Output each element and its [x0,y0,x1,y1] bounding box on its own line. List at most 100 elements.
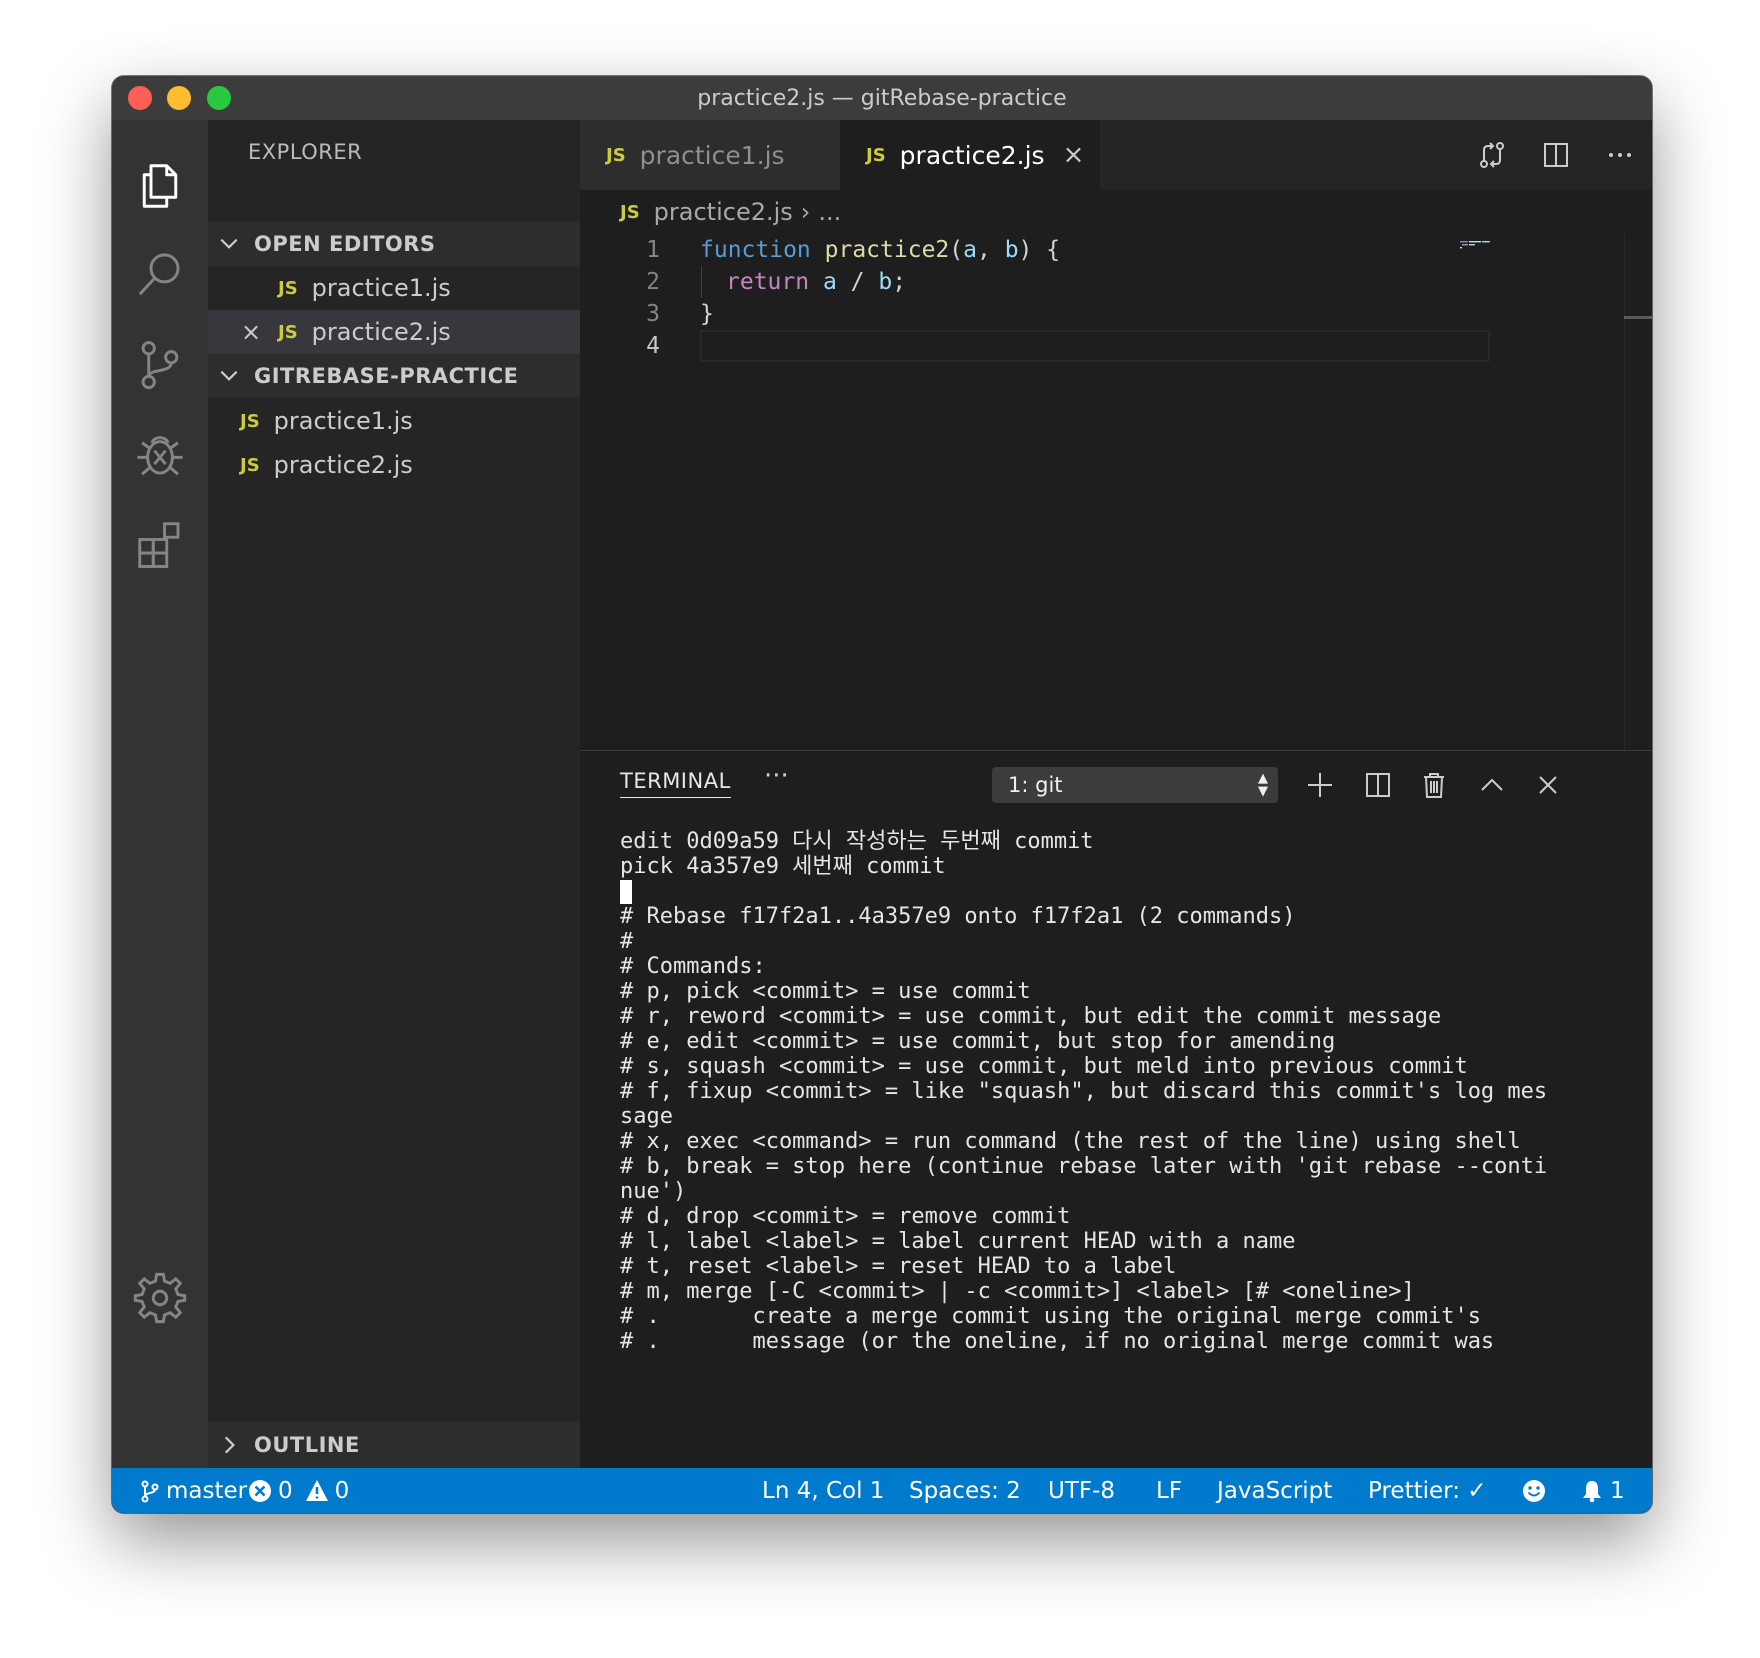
close-editor-icon[interactable]: × [240,318,262,346]
editor-scrollbar[interactable] [1624,234,1625,750]
javascript-file-icon: JS [866,144,886,166]
javascript-file-icon: JS [240,454,260,476]
terminal-line: # p, pick <commit> = use commit [620,979,1031,1004]
breadcrumb: JS practice2.js › ... [580,190,1652,234]
code-token: } [700,301,714,327]
terminal-line: pick 4a357e9 세번째 commit [620,854,946,879]
code-line[interactable]: 1 function practice2(a, b) { [580,234,1480,266]
minimize-window-button[interactable] [167,86,191,110]
editor-tabs: JS practice1.js JS practice2.js × [580,120,1652,190]
project-label: GITREBASE-PRACTICE [254,364,519,388]
terminal-line: # l, label <label> = label current HEAD … [620,1229,1296,1254]
extensions-icon[interactable] [130,514,190,574]
close-panel-icon[interactable] [1528,765,1568,805]
zoom-window-button[interactable] [207,86,231,110]
line-number: 3 [646,301,660,327]
javascript-file-icon: JS [606,144,626,166]
cursor-position[interactable]: Ln 4, Col 1 [762,1468,884,1513]
vscode-window: practice2.js — gitRebase-practice EXPLOR… [112,76,1652,1513]
new-terminal-icon[interactable] [1300,765,1340,805]
notification-count: 1 [1610,1477,1625,1504]
outline-section-header[interactable]: OUTLINE [208,1422,580,1468]
code-token: / [836,269,879,295]
indentation-status[interactable]: Spaces: 2 [909,1468,1021,1513]
javascript-file-icon: JS [620,201,640,223]
outline-label: OUTLINE [254,1433,360,1457]
prettier-status[interactable]: Prettier: ✓ [1368,1468,1487,1513]
tab-practice1[interactable]: JS practice1.js [580,120,840,190]
branch-status[interactable]: master [138,1468,247,1513]
code-line[interactable]: 4 [580,330,1480,362]
open-editor-item[interactable]: JS practice1.js [208,266,580,310]
terminal-line: # Commands: [620,954,766,979]
terminal-line: # . create a merge commit using the orig… [620,1304,1481,1329]
terminal-line: # s, squash <commit> = use commit, but m… [620,1054,1468,1079]
open-editor-item-label: practice1.js [311,274,451,302]
open-editor-item[interactable]: × JS practice2.js [208,310,580,354]
terminal-select[interactable]: 1: git ▲ ▼ [992,767,1278,803]
code-token: b [1004,237,1019,263]
error-icon [249,1479,271,1502]
code-line[interactable]: 3} [580,298,1480,330]
window-title: practice2.js — gitRebase-practice [697,85,1067,111]
code-token: practice2 [824,237,950,263]
explorer-sidebar: EXPLORER OPEN EDITORS JS practice1.js × … [208,120,580,1468]
terminal-line: # m, merge [-C <commit> | -c <commit>] <… [620,1279,1415,1304]
tab-terminal[interactable]: TERMINAL [620,769,731,798]
breadcrumb-more[interactable]: ... [818,198,841,226]
search-icon[interactable] [130,244,190,304]
source-control-icon[interactable] [130,334,190,394]
activity-bar [112,120,208,1468]
split-editor-icon[interactable] [1524,120,1588,190]
file-tree-item[interactable]: JS practice1.js [208,399,580,443]
close-tab-icon[interactable]: × [1063,140,1085,170]
maximize-panel-icon[interactable] [1472,765,1512,805]
terminal-line: edit 0d09a59 다시 작성하는 두번째 commit [620,829,1094,854]
trash-icon[interactable] [1414,765,1454,805]
javascript-file-icon: JS [278,321,298,343]
language-mode[interactable]: JavaScript [1217,1468,1332,1513]
panel-more-icon[interactable]: ··· [764,761,789,791]
warning-icon [305,1479,328,1501]
notifications-status[interactable]: 1 [1580,1468,1625,1513]
open-changes-icon[interactable] [1460,120,1524,190]
problems-status[interactable]: 0 0 [248,1468,349,1513]
title-bar: practice2.js — gitRebase-practice [112,76,1652,120]
project-section-header[interactable]: GITREBASE-PRACTICE [208,354,580,398]
close-window-button[interactable] [128,86,152,110]
terminal-line: # e, edit <commit> = use commit, but sto… [620,1029,1336,1054]
terminal-cursor [620,880,632,904]
code-editor[interactable]: 1 function practice2(a, b) { 2 return a / … [580,234,1652,750]
code-token: ( [949,237,964,263]
tab-practice2[interactable]: JS practice2.js × [840,120,1100,190]
breadcrumb-file[interactable]: practice2.js [654,198,793,226]
code-token: a [963,237,977,263]
code-line[interactable]: 2 return a / b; [580,266,1480,298]
bell-icon [1583,1480,1601,1502]
open-editors-section-header[interactable]: OPEN EDITORS [208,222,580,266]
terminal-line: # t, reset <label> = reset HEAD to a lab… [620,1254,1177,1279]
files-icon[interactable] [130,156,190,216]
file-tree-item-label: practice2.js [273,451,413,479]
feedback-smiley-icon[interactable] [1522,1468,1546,1513]
chevron-down-icon [220,238,238,249]
error-count: 0 [278,1477,293,1504]
line-number: 4 [646,333,660,359]
tab-label: practice2.js [899,140,1045,170]
eol-status[interactable]: LF [1156,1468,1182,1513]
explorer-title: EXPLORER [248,140,363,164]
split-terminal-icon[interactable] [1358,765,1398,805]
gear-icon[interactable] [130,1268,190,1328]
status-bar: master 0 0 Ln 4, Col 1 Spaces: 2 UTF-8 L… [112,1468,1652,1513]
more-actions-icon[interactable] [1588,120,1652,190]
terminal-line: # . message (or the oneline, if no origi… [620,1329,1495,1354]
encoding-status[interactable]: UTF-8 [1048,1468,1115,1513]
terminal-output[interactable]: edit 0d09a59 다시 작성하는 두번째 commit pick 4a3… [620,829,1630,1354]
terminal-line: # d, drop <commit> = remove commit [620,1204,1071,1229]
terminal-line: # f, fixup <commit> = like "squash", but… [620,1079,1548,1104]
debug-icon[interactable] [130,424,190,484]
file-tree-item[interactable]: JS practice2.js [208,443,580,487]
open-editors-label: OPEN EDITORS [254,232,436,256]
minimap[interactable] [1460,240,1510,250]
